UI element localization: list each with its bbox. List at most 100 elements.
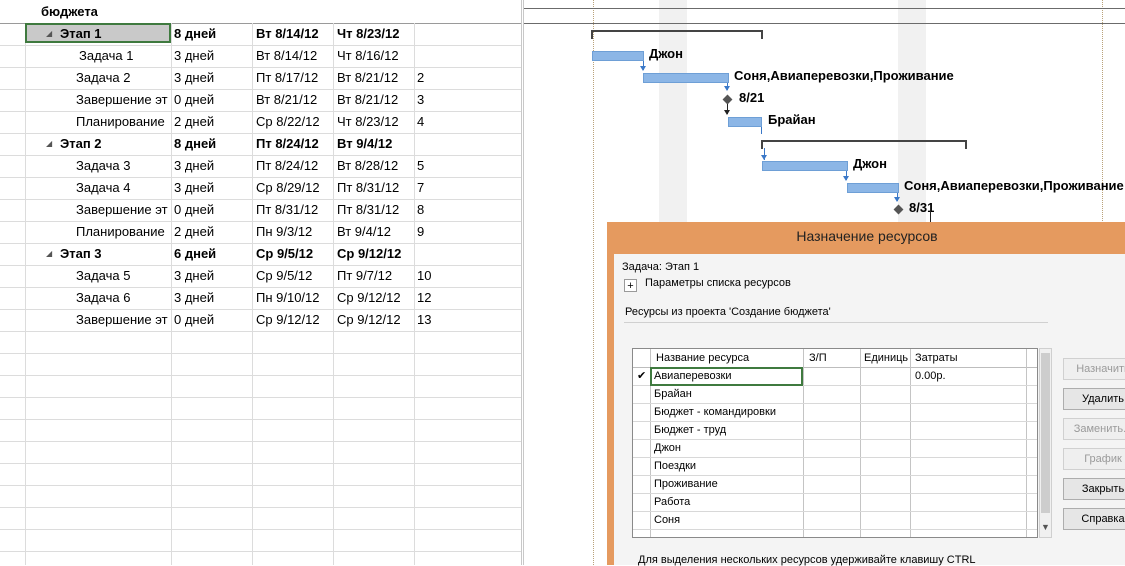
task-name-cell[interactable]: Задача 3 [76, 155, 169, 177]
scroll-down-icon[interactable]: ▼ [1041, 522, 1050, 532]
task-pred-cell[interactable]: 7 [417, 177, 424, 199]
collapse-icon[interactable]: ◢ [46, 133, 52, 155]
replace-button[interactable]: Заменить... [1063, 418, 1125, 440]
task-start-cell[interactable]: Ср 9/12/12 [256, 309, 320, 331]
resources-scrollbar[interactable]: ▼ [1039, 348, 1052, 538]
column-header-units[interactable]: Единицы [864, 352, 908, 364]
collapse-icon[interactable]: ◢ [46, 23, 52, 45]
task-name-cell[interactable]: Задача 4 [76, 177, 169, 199]
task-start-cell[interactable]: Вт 8/21/12 [256, 89, 317, 111]
task-bar-plan1[interactable] [728, 117, 762, 127]
task-start-cell[interactable]: Пн 9/10/12 [256, 287, 320, 309]
task-name-cell[interactable]: Задача 5 [76, 265, 169, 287]
column-header-cost[interactable]: Затраты [915, 352, 958, 364]
graph-button[interactable]: График [1063, 448, 1125, 470]
task-duration-cell[interactable]: 8 дней [174, 23, 216, 45]
close-button[interactable]: Закрыть [1063, 478, 1125, 500]
resource-name-cell[interactable]: Джон [654, 442, 681, 454]
resource-name-cell[interactable]: Бюджет - труд [654, 424, 726, 436]
dialog-title[interactable]: Назначение ресурсов [607, 228, 1125, 244]
task-name-cell[interactable]: Планирование [76, 221, 169, 243]
task-bar-task4[interactable] [847, 183, 899, 193]
task-start-cell[interactable]: Пт 8/24/12 [256, 133, 319, 155]
task-name-cell[interactable]: Задача 1 [79, 45, 172, 67]
summary-bar-stage2[interactable] [761, 140, 967, 149]
task-finish-cell[interactable]: Чт 8/23/12 [337, 111, 399, 133]
task-duration-cell[interactable]: 0 дней [174, 89, 214, 111]
task-duration-cell[interactable]: 3 дней [174, 45, 214, 67]
expand-options-icon[interactable]: + [624, 279, 637, 292]
task-pred-cell[interactable]: 9 [417, 221, 424, 243]
assign-button[interactable]: Назначить [1063, 358, 1125, 380]
task-pred-cell[interactable]: 8 [417, 199, 424, 221]
resource-cost-cell[interactable]: 0.00р. [915, 370, 946, 382]
task-finish-cell[interactable]: Чт 8/16/12 [337, 45, 399, 67]
column-header-request[interactable]: З/П [809, 352, 827, 364]
task-pred-cell[interactable]: 13 [417, 309, 431, 331]
task-duration-cell[interactable]: 3 дней [174, 155, 214, 177]
resource-name-cell[interactable]: Бюджет - командировки [654, 406, 776, 418]
task-bar-task1[interactable] [592, 51, 644, 61]
task-finish-cell[interactable]: Ср 9/12/12 [337, 243, 401, 265]
task-duration-cell[interactable]: 3 дней [174, 177, 214, 199]
task-finish-cell[interactable]: Вт 8/21/12 [337, 89, 398, 111]
task-duration-cell[interactable]: 6 дней [174, 243, 216, 265]
task-finish-cell[interactable]: Ср 9/12/12 [337, 309, 401, 331]
task-finish-cell[interactable]: Вт 9/4/12 [337, 133, 392, 155]
remove-button[interactable]: Удалить [1063, 388, 1125, 410]
task-start-cell[interactable]: Вт 8/14/12 [256, 23, 319, 45]
task-finish-cell[interactable]: Пт 9/7/12 [337, 265, 392, 287]
task-finish-cell[interactable]: Ср 9/12/12 [337, 287, 401, 309]
task-start-cell[interactable]: Пт 8/24/12 [256, 155, 318, 177]
task-duration-cell[interactable]: 3 дней [174, 67, 214, 89]
task-name-cell[interactable]: Задача 2 [76, 67, 169, 89]
task-duration-cell[interactable]: 2 дней [174, 221, 214, 243]
resource-name-cell[interactable]: Проживание [654, 478, 718, 490]
task-start-cell[interactable]: Ср 9/5/12 [256, 243, 313, 265]
resources-grid[interactable]: Название ресурса З/П Единицы Затраты ✔ Ав… [632, 348, 1038, 538]
task-start-cell[interactable]: Ср 8/22/12 [256, 111, 320, 133]
resource-name-cell[interactable]: Брайан [654, 388, 692, 400]
resource-list-options[interactable]: Параметры списка ресурсов [645, 277, 791, 289]
task-pred-cell[interactable]: 4 [417, 111, 424, 133]
task-name-cell[interactable]: Завершение эт [76, 199, 169, 221]
resource-name-cell[interactable]: Поездки [654, 460, 696, 472]
task-duration-cell[interactable]: 2 дней [174, 111, 214, 133]
task-pred-cell[interactable]: 5 [417, 155, 424, 177]
task-name-cell[interactable]: Этап 1 [60, 23, 168, 45]
task-duration-cell[interactable]: 0 дней [174, 199, 214, 221]
task-duration-cell[interactable]: 0 дней [174, 309, 214, 331]
task-finish-cell[interactable]: Вт 8/28/12 [337, 155, 398, 177]
task-start-cell[interactable]: Пт 8/31/12 [256, 199, 318, 221]
column-header-task-name[interactable]: бюджета [41, 4, 98, 19]
task-finish-cell[interactable]: Чт 8/23/12 [337, 23, 400, 45]
collapse-icon[interactable]: ◢ [46, 243, 52, 265]
task-duration-cell[interactable]: 8 дней [174, 133, 216, 155]
task-finish-cell[interactable]: Вт 9/4/12 [337, 221, 391, 243]
task-duration-cell[interactable]: 3 дней [174, 265, 214, 287]
task-duration-cell[interactable]: 3 дней [174, 287, 214, 309]
summary-bar-stage1[interactable] [591, 30, 763, 39]
task-start-cell[interactable]: Пн 9/3/12 [256, 221, 312, 243]
task-bar-task2[interactable] [643, 73, 729, 83]
task-name-cell[interactable]: Завершение эт [76, 309, 169, 331]
task-finish-cell[interactable]: Пт 8/31/12 [337, 199, 399, 221]
milestone-stage1[interactable] [722, 94, 733, 105]
task-name-cell[interactable]: Этап 2 [60, 133, 168, 155]
task-start-cell[interactable]: Ср 9/5/12 [256, 265, 312, 287]
task-name-cell[interactable]: Этап 3 [60, 243, 168, 265]
task-name-cell[interactable]: Завершение эт [76, 89, 169, 111]
selected-resource-cell[interactable] [650, 367, 803, 386]
task-pred-cell[interactable]: 10 [417, 265, 431, 287]
task-finish-cell[interactable]: Вт 8/21/12 [337, 67, 398, 89]
task-start-cell[interactable]: Пт 8/17/12 [256, 67, 318, 89]
help-button[interactable]: Справка [1063, 508, 1125, 530]
task-finish-cell[interactable]: Пт 8/31/12 [337, 177, 399, 199]
task-bar-task3[interactable] [762, 161, 848, 171]
task-pred-cell[interactable]: 2 [417, 67, 424, 89]
task-name-cell[interactable]: Планирование [76, 111, 169, 133]
column-header-resource-name[interactable]: Название ресурса [656, 352, 749, 364]
task-name-cell[interactable]: Задача 6 [76, 287, 169, 309]
task-start-cell[interactable]: Вт 8/14/12 [256, 45, 317, 67]
task-start-cell[interactable]: Ср 8/29/12 [256, 177, 320, 199]
